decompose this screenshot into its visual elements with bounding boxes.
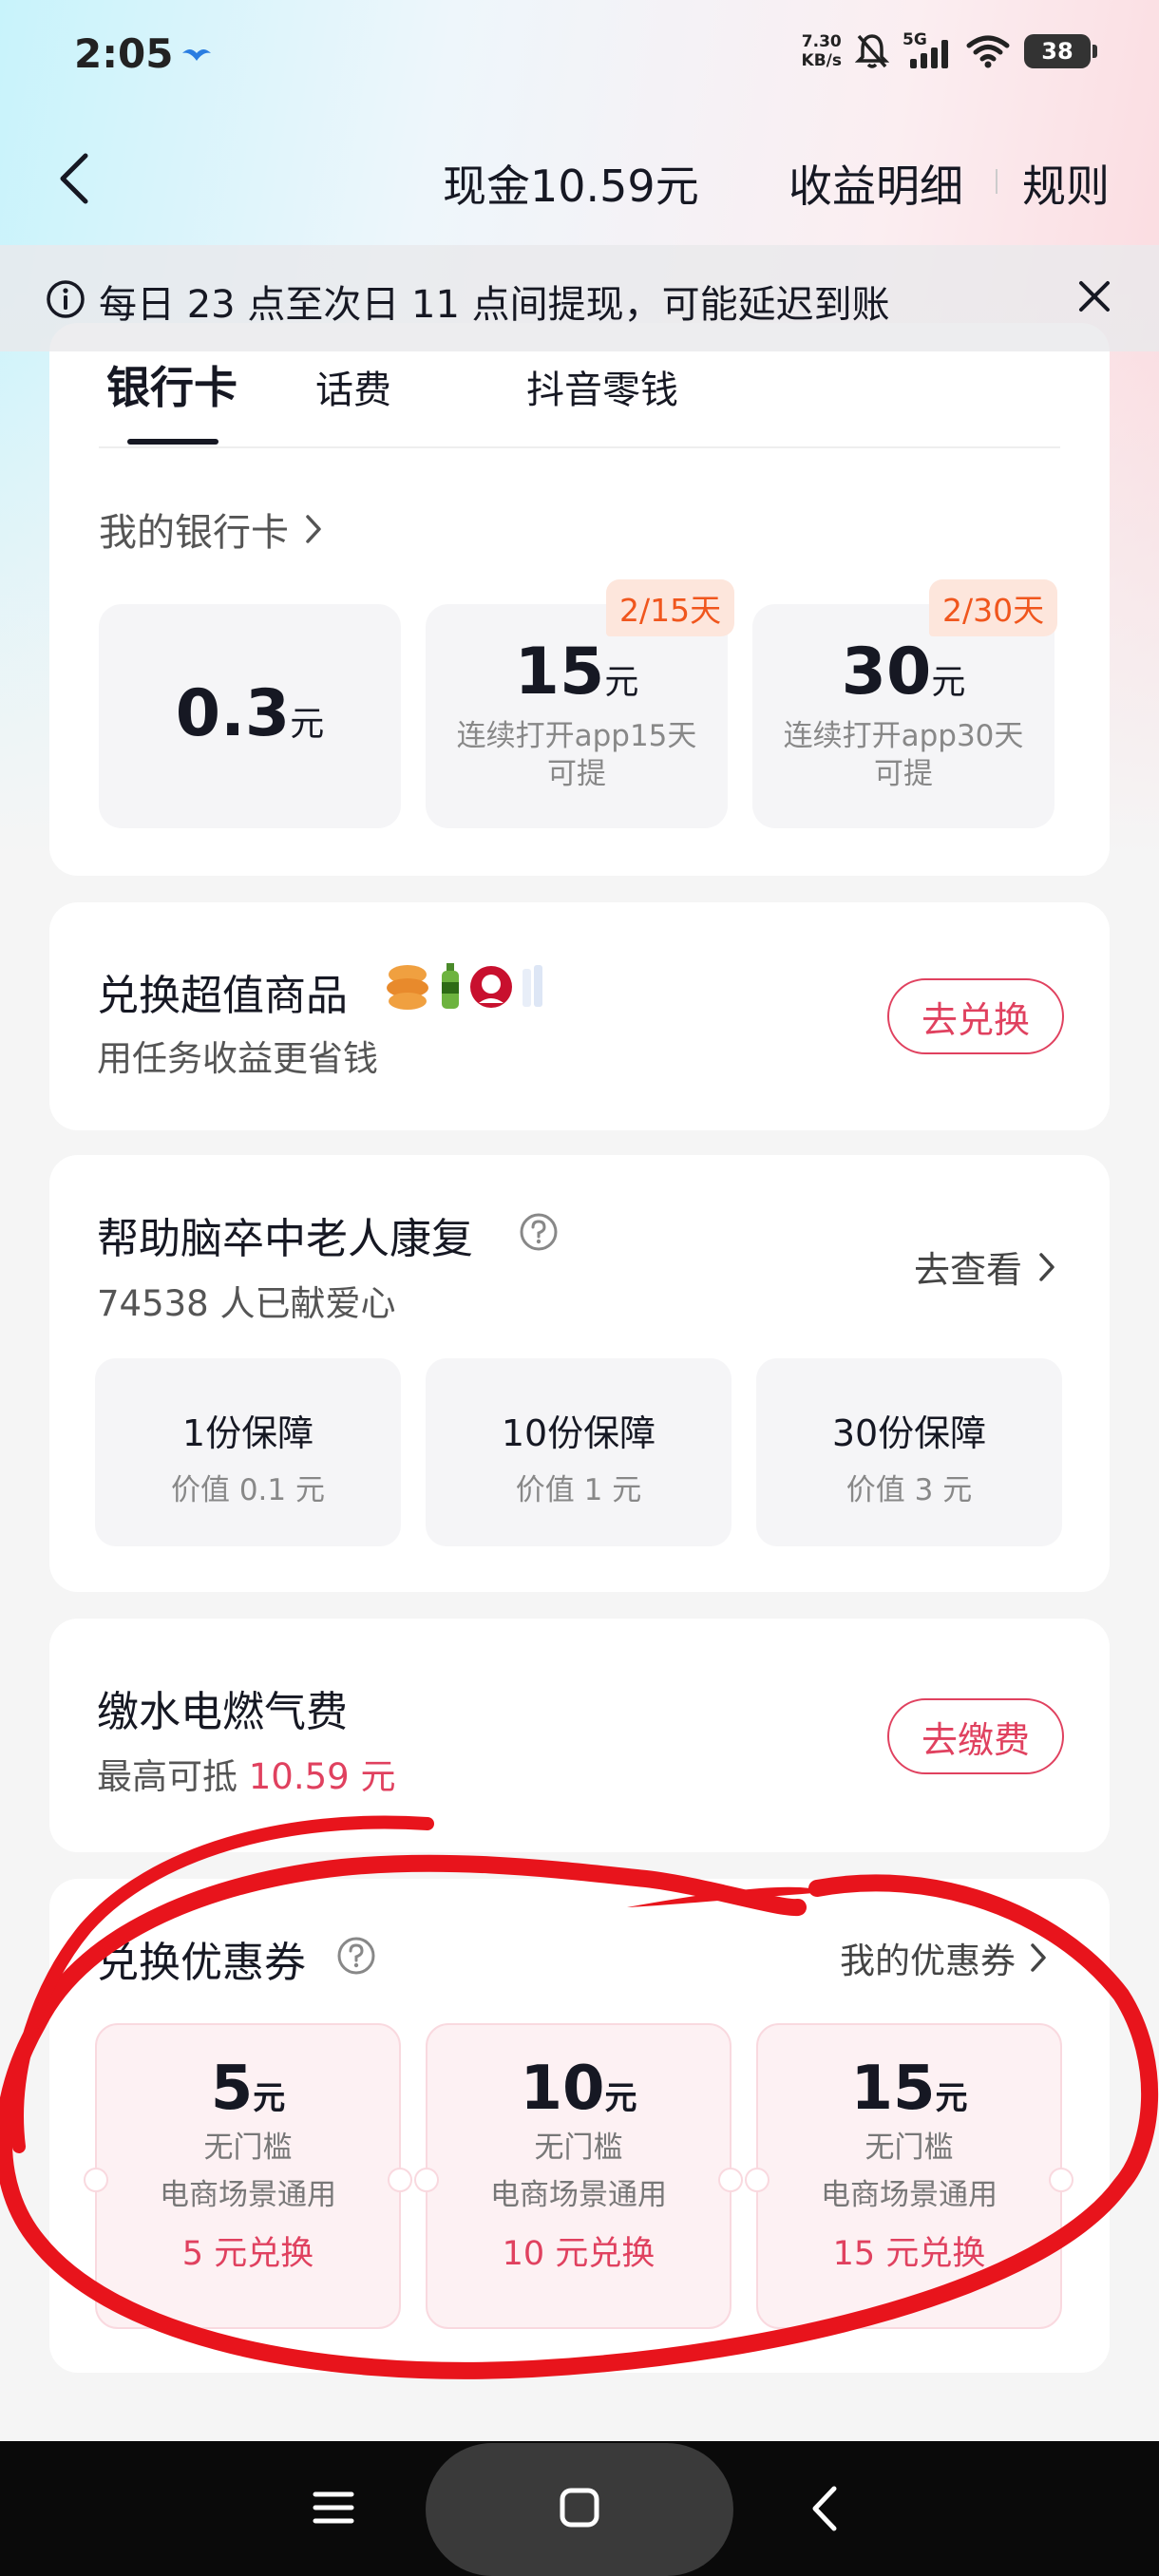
back-arrow-icon[interactable] [55, 150, 93, 207]
tabs-divider [99, 446, 1060, 448]
info-icon [47, 280, 85, 318]
coupon-notch [84, 2168, 108, 2192]
battery-indicator: 38 [1024, 34, 1097, 68]
charity-participants: 74538 人已献爱心 [97, 1283, 396, 1324]
cellular-signal-icon: 5G [902, 30, 952, 70]
coupon-5[interactable]: 5元 无门槛 电商场景通用 5 元兑换 [84, 2023, 412, 2329]
coupon-notch [745, 2168, 770, 2192]
chevron-right-icon [306, 515, 321, 543]
option-condition: 连续打开app15天可提 [456, 719, 697, 791]
close-icon[interactable] [1075, 277, 1113, 315]
coupon-redeem-label: 15 元兑换 [832, 2235, 986, 2273]
coupon-10[interactable]: 10元 无门槛 电商场景通用 10 元兑换 [414, 2023, 743, 2329]
wifi-icon [966, 35, 1010, 68]
charity-title: 帮助脑卒中老人康复 [97, 1215, 473, 1263]
coupon-notch [718, 2168, 743, 2192]
exchange-goods-subtitle: 用任务收益更省钱 [97, 1038, 378, 1079]
my-bank-card-link[interactable]: 我的银行卡 [99, 502, 323, 557]
rules-link[interactable]: 规则 [1022, 152, 1110, 215]
coupon-notch [1049, 2168, 1074, 2192]
chevron-right-icon [1031, 1943, 1046, 1972]
withdraw-option-0-3[interactable]: 0.3元 [99, 604, 401, 828]
help-icon[interactable] [336, 1936, 376, 1976]
charity-option-30[interactable]: 30份保障 价值 3 元 [756, 1358, 1062, 1546]
exchange-goods-title: 兑换超值商品 [97, 972, 348, 1020]
drink-bottle-icon [442, 963, 459, 1009]
back-nav-icon[interactable] [809, 2485, 840, 2532]
withdraw-option-15[interactable]: 15元 连续打开app15天可提 [426, 604, 728, 828]
withdraw-tabs: 银行卡 话费 抖音零钱 [106, 353, 678, 416]
chevron-right-icon [1039, 1252, 1054, 1281]
income-details-link[interactable]: 收益明细 [788, 152, 963, 215]
network-speed: 7.30 KB/s [801, 32, 842, 70]
withdraw-option-30[interactable]: 30元 连续打开app30天可提 [752, 604, 1054, 828]
notice-text: 每日 23 点至次日 11 点间提现，可能延迟到账 [99, 283, 890, 327]
coupon-notch [414, 2168, 439, 2192]
charity-option-10[interactable]: 10份保障 价值 1 元 [426, 1358, 732, 1546]
notice-banner: 每日 23 点至次日 11 点间提现，可能延迟到账 [0, 245, 1159, 351]
tab-douyin-wallet[interactable]: 抖音零钱 [526, 353, 678, 416]
progress-badge: 2/30天 [929, 579, 1058, 636]
charity-option-1[interactable]: 1份保障 价值 0.1 元 [95, 1358, 401, 1546]
charity-view-link[interactable]: 去查看 [914, 1241, 1056, 1293]
status-icons: 7.30 KB/s 5G 38 [801, 30, 1097, 70]
option-condition: 连续打开app30天可提 [783, 719, 1024, 791]
coupon-redeem-label: 5 元兑换 [181, 2235, 314, 2273]
pay-bills-button[interactable]: 去缴费 [887, 1698, 1064, 1774]
help-icon[interactable] [519, 1212, 559, 1252]
tab-phone-bill[interactable]: 话费 [315, 353, 526, 416]
status-time: 2:05 [74, 30, 174, 77]
home-icon[interactable] [559, 2487, 600, 2529]
menu-icon[interactable] [312, 2489, 355, 2527]
personal-care-product-icon [522, 965, 542, 1007]
coupon-notch [388, 2168, 412, 2192]
coupon-redeem-label: 10 元兑换 [502, 2235, 656, 2273]
product-thumbnails [384, 961, 547, 1013]
coupon-15[interactable]: 15元 无门槛 电商场景通用 15 元兑换 [745, 2023, 1074, 2329]
header-divider [996, 169, 998, 194]
utilities-title: 缴水电燃气费 [97, 1688, 348, 1736]
utilities-subtitle: 最高可抵 10.59 元 [97, 1756, 396, 1797]
coupons-title: 兑换优惠券 [97, 1939, 306, 1987]
exchange-button[interactable]: 去兑换 [887, 978, 1064, 1054]
mute-bell-icon [855, 34, 889, 68]
snack-product-icon [387, 965, 428, 1010]
page-title: 现金10.59元 [443, 161, 699, 212]
progress-badge: 2/15天 [606, 579, 735, 636]
my-coupons-link[interactable]: 我的优惠券 [840, 1932, 1048, 1983]
tab-bank-card[interactable]: 银行卡 [106, 353, 315, 416]
app-notification-icon [182, 49, 211, 61]
kfc-logo-icon [470, 966, 512, 1008]
active-tab-indicator [127, 439, 218, 445]
